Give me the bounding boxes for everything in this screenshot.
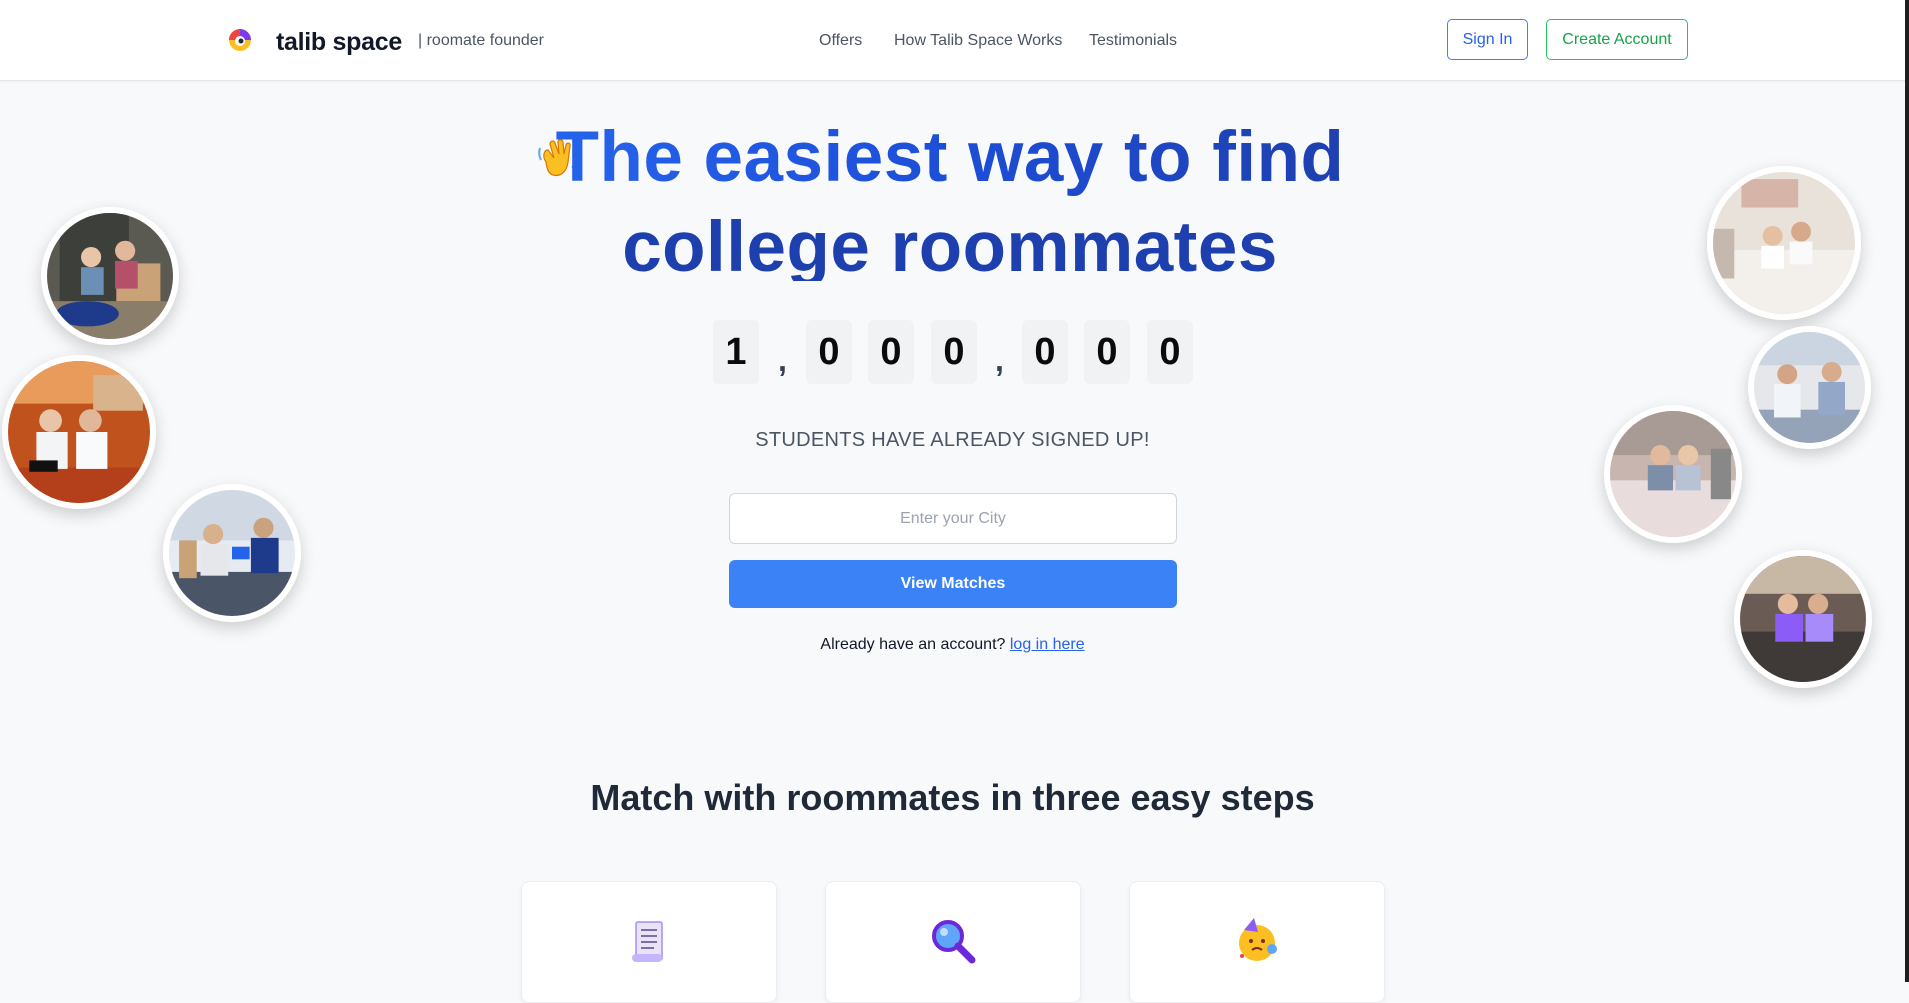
scroll-icon [632, 921, 663, 962]
student-photo [41, 207, 179, 345]
student-photo [163, 484, 301, 622]
student-photo [1748, 326, 1871, 449]
create-account-button[interactable]: Create Account [1546, 19, 1688, 60]
student-photo [2, 355, 156, 509]
step-card [521, 881, 777, 1003]
top-header: talib space | roomate founder Offers How… [0, 0, 1905, 81]
steps-title: Match with roommates in three easy steps [590, 777, 1315, 818]
counter-digit: 0 [1147, 320, 1193, 384]
counter-digit: 0 [868, 320, 914, 384]
party-face-icon [1239, 918, 1277, 961]
counter-digit: 0 [806, 320, 852, 384]
login-prompt-text: Already have an account? [820, 636, 1006, 653]
counter-digit: 0 [1084, 320, 1130, 384]
student-photo [1604, 405, 1742, 543]
nav-how-it-works[interactable]: How Talib Space Works [894, 30, 1062, 52]
step-card [825, 881, 1081, 1003]
step-card [1129, 881, 1385, 1003]
counter-digit: 0 [1022, 320, 1068, 384]
nav-offers[interactable]: Offers [819, 30, 862, 52]
window-edge [1905, 0, 1909, 982]
hero-title: The easiest way to find college roommate… [500, 113, 1400, 281]
counter-digit: 1 [713, 320, 759, 384]
hero-title-line2: college roommates [622, 208, 1278, 281]
login-link[interactable]: log in here [1010, 636, 1085, 653]
sign-in-button[interactable]: Sign In [1447, 19, 1528, 60]
magnifier-icon [932, 920, 976, 964]
city-input[interactable] [729, 493, 1177, 544]
hero-title-line1: The easiest way to find [555, 118, 1345, 197]
view-matches-button[interactable]: View Matches [729, 560, 1177, 608]
student-photo [1707, 166, 1861, 320]
counter-separator: , [778, 342, 787, 378]
nav-testimonials[interactable]: Testimonials [1089, 30, 1177, 52]
login-prompt: Already have an account? log in here [0, 635, 1905, 655]
counter-separator: , [995, 342, 1004, 378]
counter-digit: 0 [931, 320, 977, 384]
student-photo [1734, 550, 1872, 688]
signup-counter: 1 , 0 0 0 , 0 0 0 [0, 320, 1909, 384]
